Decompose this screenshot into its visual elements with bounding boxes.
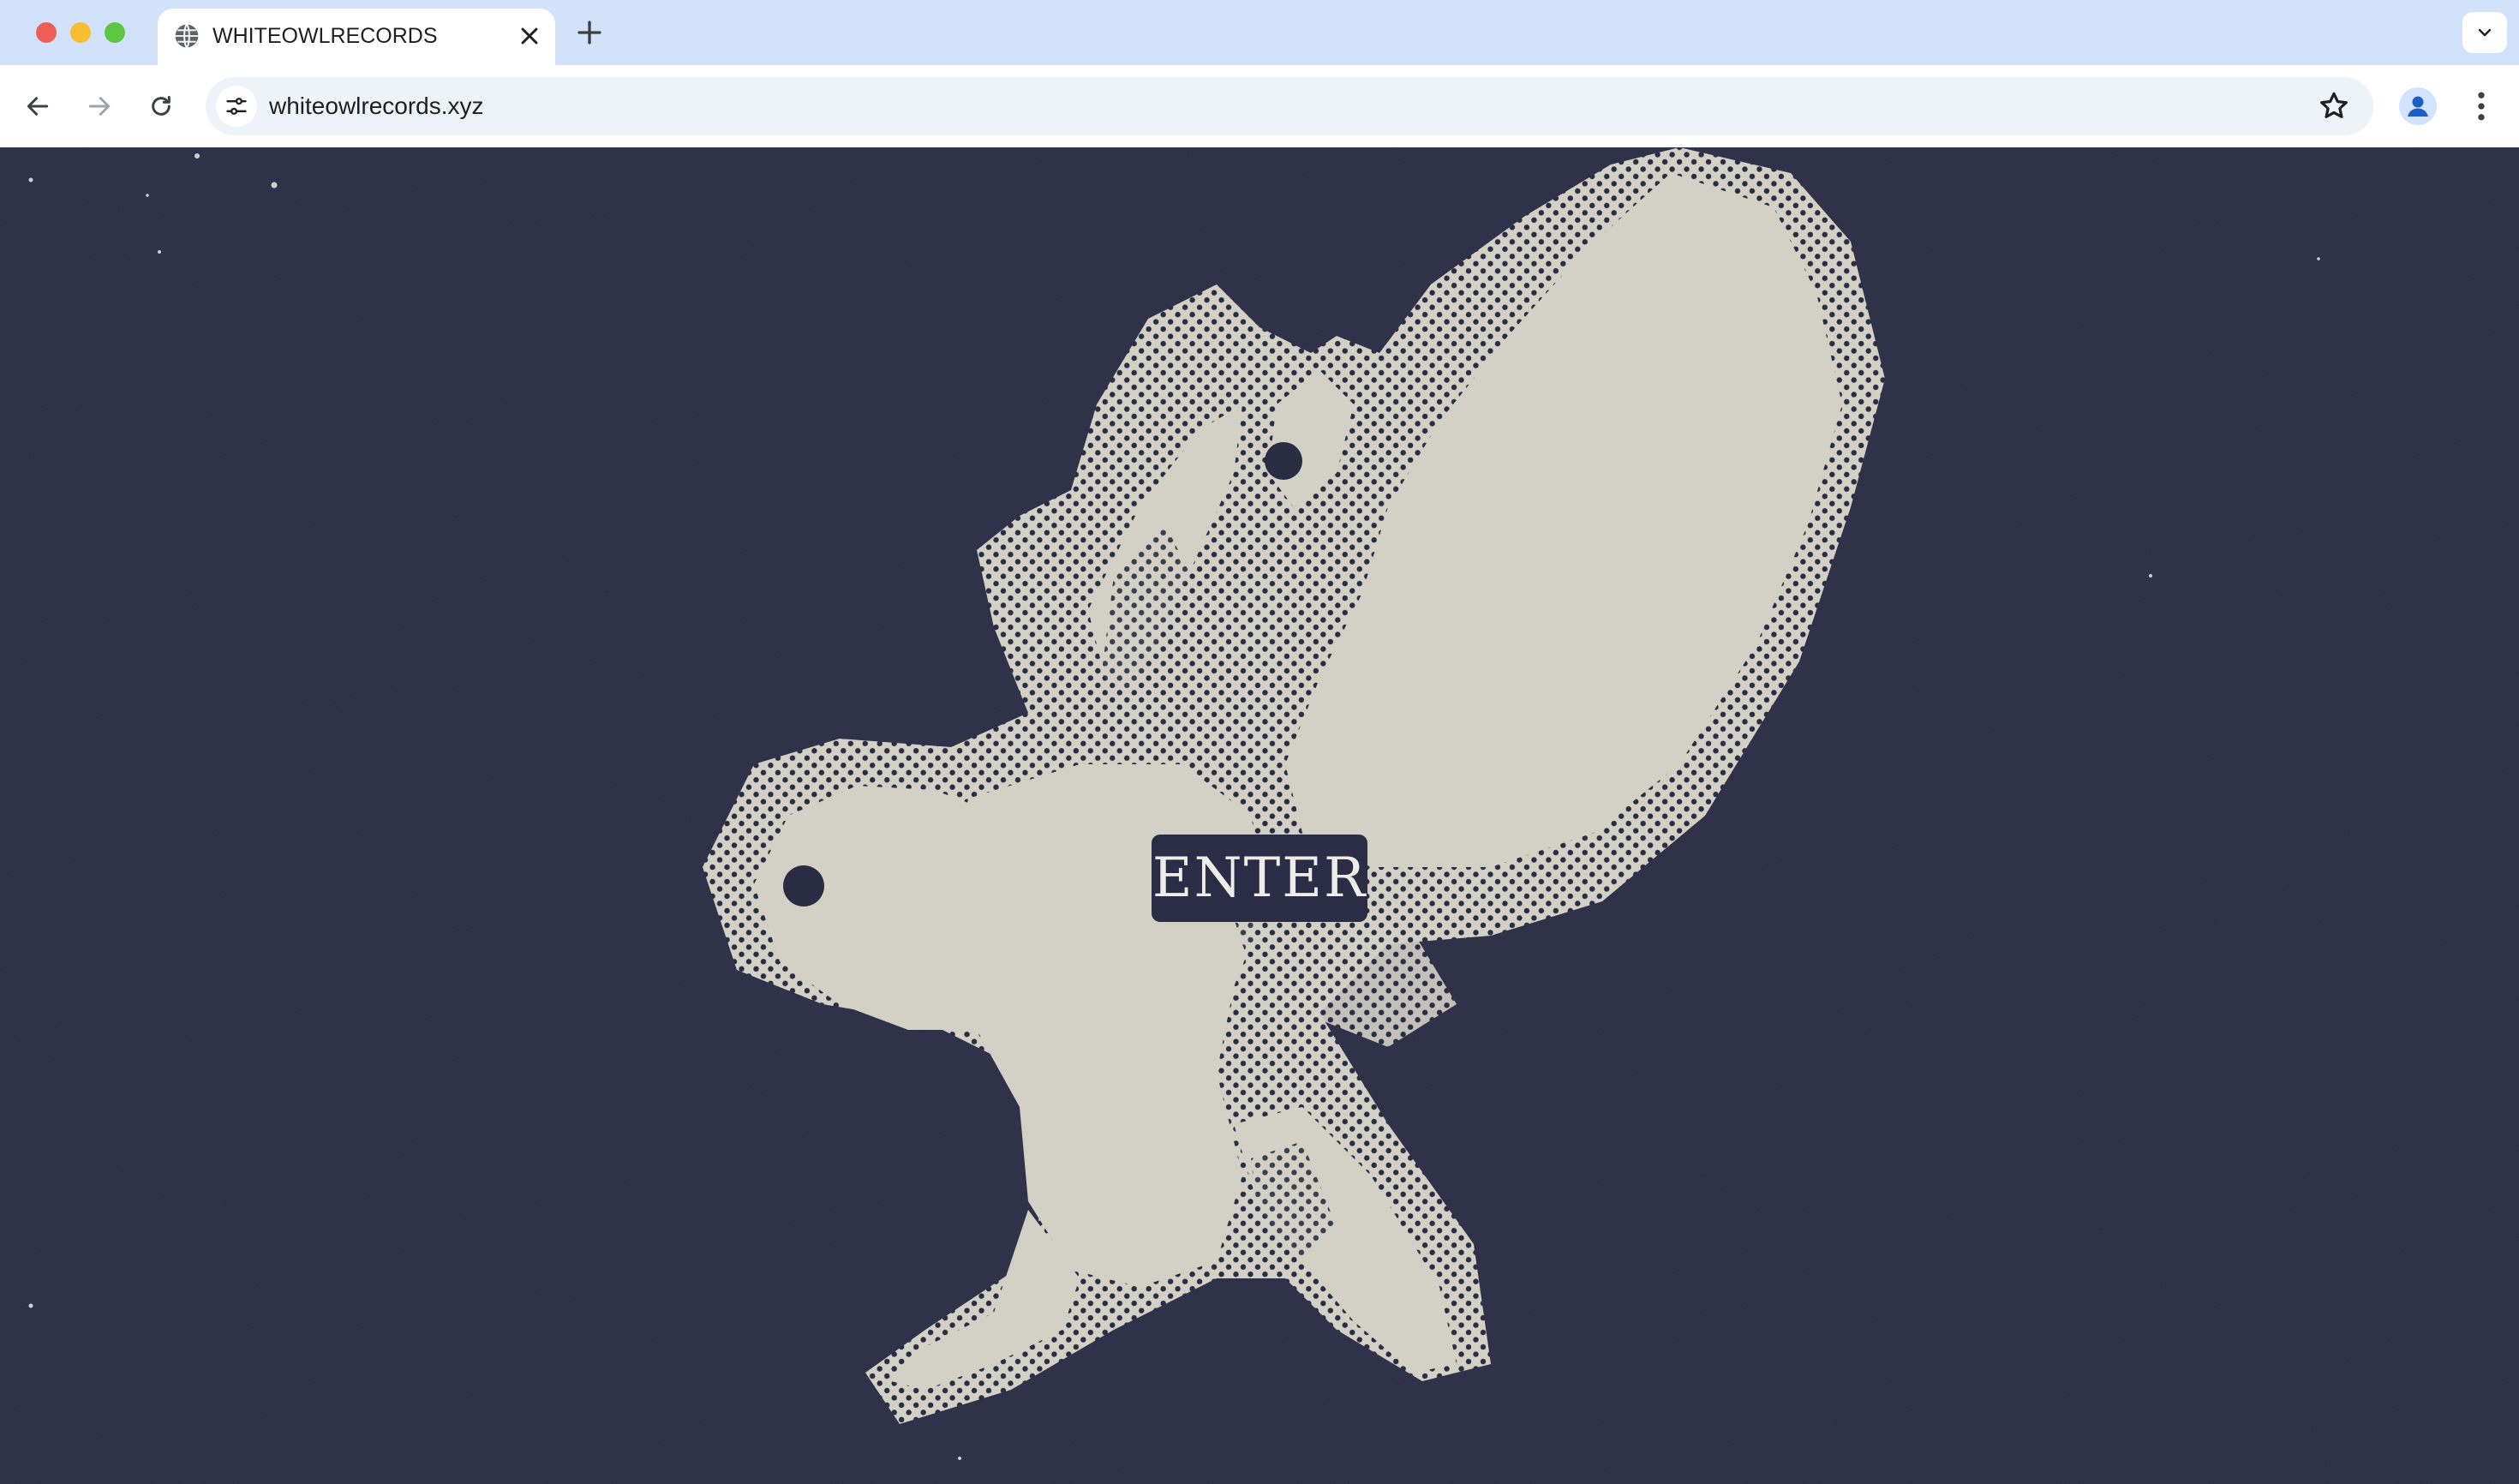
tab-strip: WHITEOWLRECORDS (0, 0, 2519, 65)
globe-icon (175, 24, 199, 48)
plus-icon[interactable] (574, 17, 605, 48)
owl-eye (783, 865, 824, 907)
browser-toolbar: whiteowlrecords.xyz (0, 65, 2519, 148)
reload-button[interactable] (142, 87, 180, 125)
profile-button[interactable] (2399, 87, 2437, 125)
tab-title: WHITEOWLRECORDS (212, 24, 438, 48)
arrow-left-icon (27, 97, 49, 116)
close-icon[interactable] (516, 22, 543, 50)
kebab-menu-icon[interactable] (2462, 87, 2500, 125)
person-icon (2399, 87, 2437, 125)
enter-button[interactable]: ENTER (1152, 835, 1367, 922)
site-info-button[interactable] (216, 86, 257, 127)
url-text[interactable]: whiteowlrecords.xyz (269, 91, 484, 122)
forward-button[interactable] (81, 87, 118, 125)
arrow-right-icon (88, 97, 111, 116)
page-content: ENTER (0, 147, 2519, 1484)
address-bar[interactable]: whiteowlrecords.xyz (206, 77, 2373, 135)
back-button[interactable] (19, 87, 57, 125)
tab-active[interactable]: WHITEOWLRECORDS (158, 9, 555, 65)
browser-window: WHITEOWLRECORDS whiteowlrecords.xyz ENTE… (0, 0, 2519, 1484)
chevron-down-icon (2478, 28, 2492, 37)
tune-icon (226, 98, 247, 115)
close-window-button[interactable] (36, 22, 57, 43)
maximize-window-button[interactable] (105, 22, 125, 43)
owl-eye-back (1265, 442, 1302, 480)
star-icon[interactable] (2317, 89, 2351, 123)
reload-icon (152, 95, 171, 116)
owl-illustration (0, 147, 2519, 1484)
tab-search-button[interactable] (2462, 12, 2507, 53)
minimize-window-button[interactable] (70, 22, 91, 43)
